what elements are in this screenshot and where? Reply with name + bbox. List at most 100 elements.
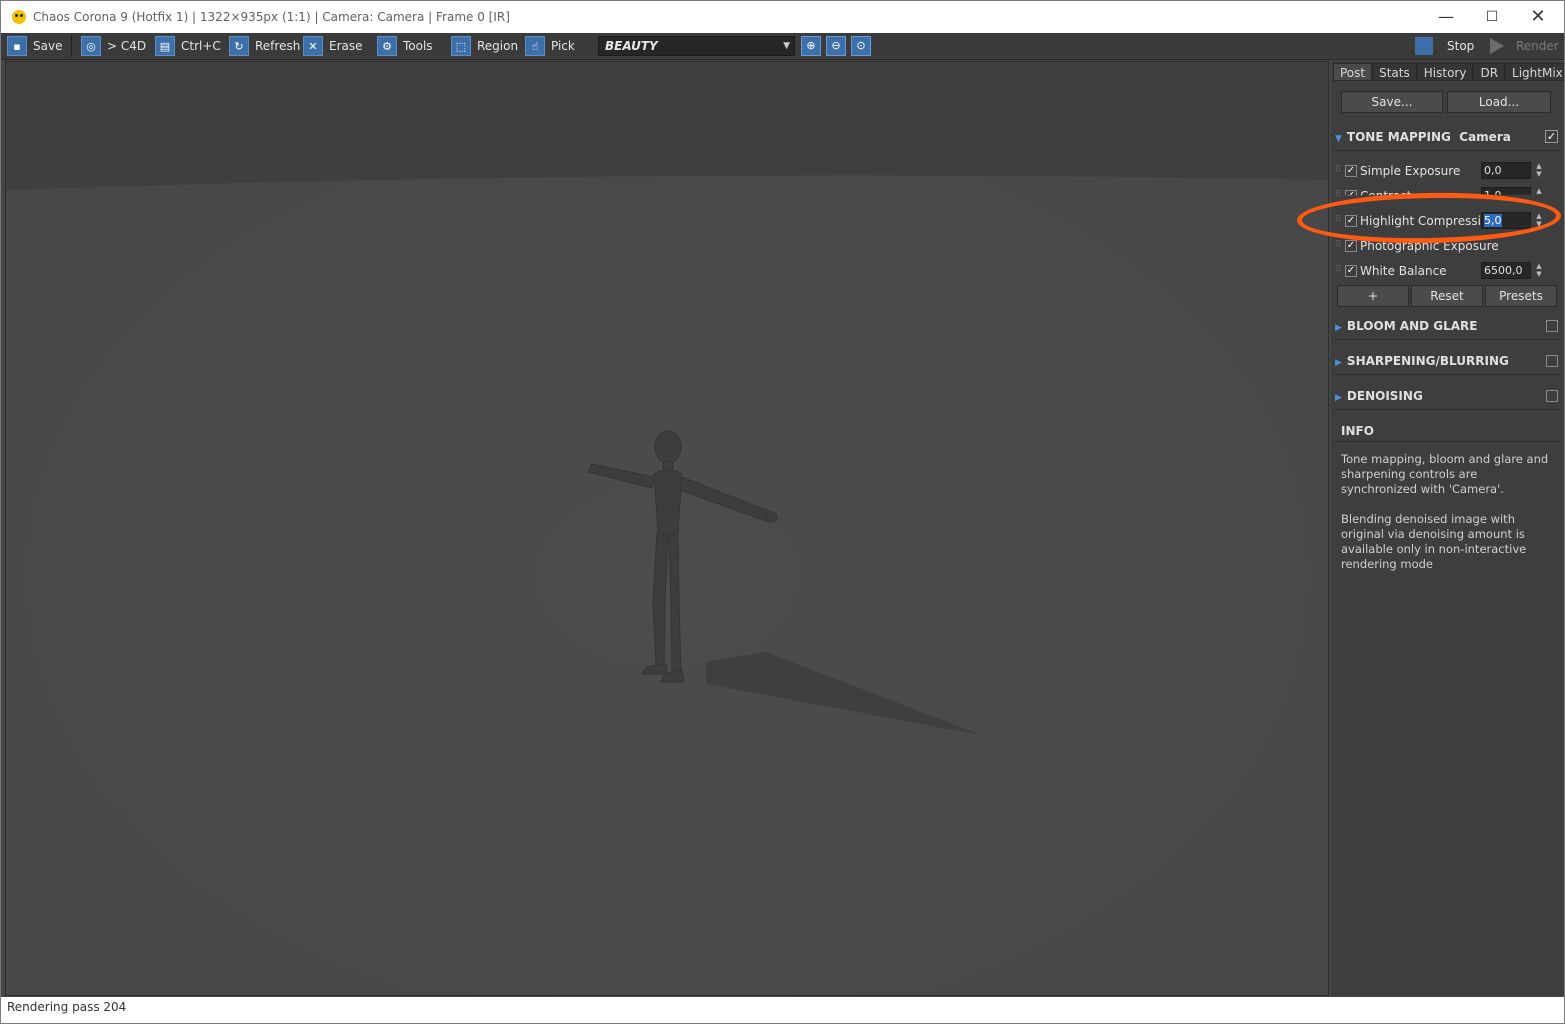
c4d-button[interactable]: ◎ > C4D [81,35,146,57]
operator-label: White Balance [1360,264,1447,278]
spinner-arrows-icon[interactable]: ▲ [1533,187,1545,204]
spinner-arrows-icon[interactable]: ▲ ▼ [1533,262,1545,279]
load-settings-button[interactable]: Load... [1447,91,1551,113]
operator-row-simple-exposure[interactable]: ⠿ ✓ Simple Exposure 0,0 ▲ ▼ [1335,161,1560,181]
operator-label: Contrast [1360,189,1412,203]
background-wall [6,62,1328,190]
spinner-arrows-icon[interactable]: ▲ ▼ [1533,212,1545,229]
erase-label: Erase [329,39,363,53]
pick-button[interactable]: ☝ Pick [525,35,575,57]
tools-gear-icon: ⚙ [377,36,397,56]
maximize-button[interactable]: ☐ [1469,5,1515,29]
drag-grip-icon[interactable]: ⠿ [1335,240,1342,250]
info-title: INFO [1341,424,1374,438]
operator-label: Photographic Exposure [1360,239,1499,253]
save-settings-button[interactable]: Save... [1341,91,1443,113]
tools-button[interactable]: ⚙ Tools [377,35,433,57]
save-icon: ▪ [7,36,27,56]
panel-tabs: Post Stats History DR LightMix [1333,63,1564,81]
section-title: SHARPENING/BLURRING [1346,354,1509,368]
operator-label: Simple Exposure [1360,164,1461,178]
save-label: Save [33,39,63,53]
section-enable-checkbox[interactable] [1546,390,1558,402]
drag-grip-icon[interactable]: ⠿ [1335,215,1342,225]
tab-post[interactable]: Post [1333,63,1373,81]
refresh-button[interactable]: ↻ Refresh [229,35,300,57]
bloom-glare-header[interactable]: ▶ BLOOM AND GLARE [1335,314,1560,338]
drag-grip-icon[interactable]: ⠿ [1335,265,1342,275]
chevron-down-icon: ▼ [783,41,790,51]
c4d-icon: ◎ [81,36,101,56]
c4d-label: > C4D [107,39,147,53]
copy-icon: ▤ [155,36,175,56]
region-icon: ⬚ [451,36,471,56]
minimize-button[interactable]: — [1423,5,1469,29]
region-button[interactable]: ⬚ Region [451,35,518,57]
render-button[interactable]: Render [1490,36,1560,56]
tab-stats[interactable]: Stats [1372,63,1417,81]
collapsed-triangle-icon: ▶ [1335,358,1342,368]
operator-value-field[interactable]: 1,0 [1481,187,1531,195]
tone-mapping-title: TONE MAPPING [1346,130,1451,144]
tone-mapping-checkbox[interactable]: ✓ [1545,130,1558,143]
operator-checkbox[interactable]: ✓ [1345,190,1357,196]
operator-checkbox[interactable]: ✓ [1345,165,1357,177]
channel-dropdown[interactable]: BEAUTY ▼ [598,36,795,56]
operator-checkbox[interactable]: ✓ [1345,265,1357,277]
drag-grip-icon[interactable]: ⠿ [1335,190,1342,200]
render-viewport[interactable] [5,61,1329,996]
reset-button[interactable]: Reset [1411,285,1483,307]
zoom-out-icon: ⊖ [831,39,841,52]
operator-value-field[interactable]: 0,0 [1481,162,1531,179]
zoom-in-icon: ⊕ [806,39,816,52]
close-button[interactable]: ✕ [1515,5,1561,29]
zoom-out-button[interactable]: ⊖ [826,36,846,56]
add-operator-button[interactable]: + [1337,285,1409,307]
collapsed-triangle-icon: ▶ [1335,393,1342,403]
zoom-fit-button[interactable]: ⊙ [851,36,871,56]
copy-label: Ctrl+C [181,39,221,53]
info-denoise-text: Blending denoised image with original vi… [1341,512,1527,571]
operator-checkbox[interactable]: ✓ [1345,215,1357,227]
tone-mapping-sync: Camera [1459,130,1511,144]
selected-value-text: 5,0 [1484,214,1502,227]
zoom-in-button[interactable]: ⊕ [801,36,821,56]
save-button[interactable]: ▪ Save [7,35,73,57]
operator-value-field[interactable]: 6500,0 [1481,262,1531,279]
tab-lightmix[interactable]: LightMix [1505,63,1564,81]
tab-history[interactable]: History [1416,63,1474,81]
section-title: BLOOM AND GLARE [1346,319,1478,333]
zoom-fit-icon: ⊙ [856,39,866,52]
stop-button[interactable]: Stop [1415,36,1485,56]
pick-hand-icon: ☝ [525,36,545,56]
spinner-arrows-icon[interactable]: ▲ ▼ [1533,162,1545,179]
copy-button[interactable]: ▤ Ctrl+C [155,35,221,57]
post-panel: Post Stats History DR LightMix Save... L… [1331,61,1564,996]
rendered-scene [6,62,1328,995]
operator-row-highlight-compression[interactable]: ⠿ ✓ Highlight Compression 5,0 ▲ ▼ [1335,211,1560,231]
drag-grip-icon[interactable]: ⠿ [1335,165,1342,175]
denoising-header[interactable]: ▶ DENOISING [1335,384,1560,408]
tab-dr[interactable]: DR [1473,63,1506,81]
operator-row-white-balance[interactable]: ⠿ ✓ White Balance 6500,0 ▲ ▼ [1335,261,1560,281]
sharpening-blurring-header[interactable]: ▶ SHARPENING/BLURRING [1335,349,1560,373]
region-label: Region [477,39,519,53]
operator-value-field[interactable]: 5,0 [1481,212,1531,229]
refresh-label: Refresh [255,39,301,53]
section-enable-checkbox[interactable] [1546,320,1558,332]
operator-row-photographic-exposure[interactable]: ⠿ ✓ Photographic Exposure [1335,236,1560,256]
presets-button[interactable]: Presets [1485,285,1557,307]
stop-label: Stop [1447,39,1475,53]
window-title: Chaos Corona 9 (Hotfix 1) | 1322×935px (… [33,10,510,24]
collapsed-triangle-icon: ▶ [1335,323,1342,333]
section-enable-checkbox[interactable] [1546,355,1558,367]
erase-button[interactable]: ✕ Erase [303,35,363,57]
expand-triangle-icon: ▼ [1335,134,1342,144]
operator-checkbox[interactable]: ✓ [1345,240,1357,252]
pick-label: Pick [551,39,575,53]
render-play-icon [1490,38,1504,54]
operator-row-contrast[interactable]: ⠿ ✓ Contrast 1,0 ▲ [1335,186,1560,206]
tools-label: Tools [403,39,433,53]
tone-mapping-header[interactable]: ▼ TONE MAPPING Camera ✓ [1335,125,1560,149]
status-bar: Rendering pass 204 [1,997,1564,1023]
